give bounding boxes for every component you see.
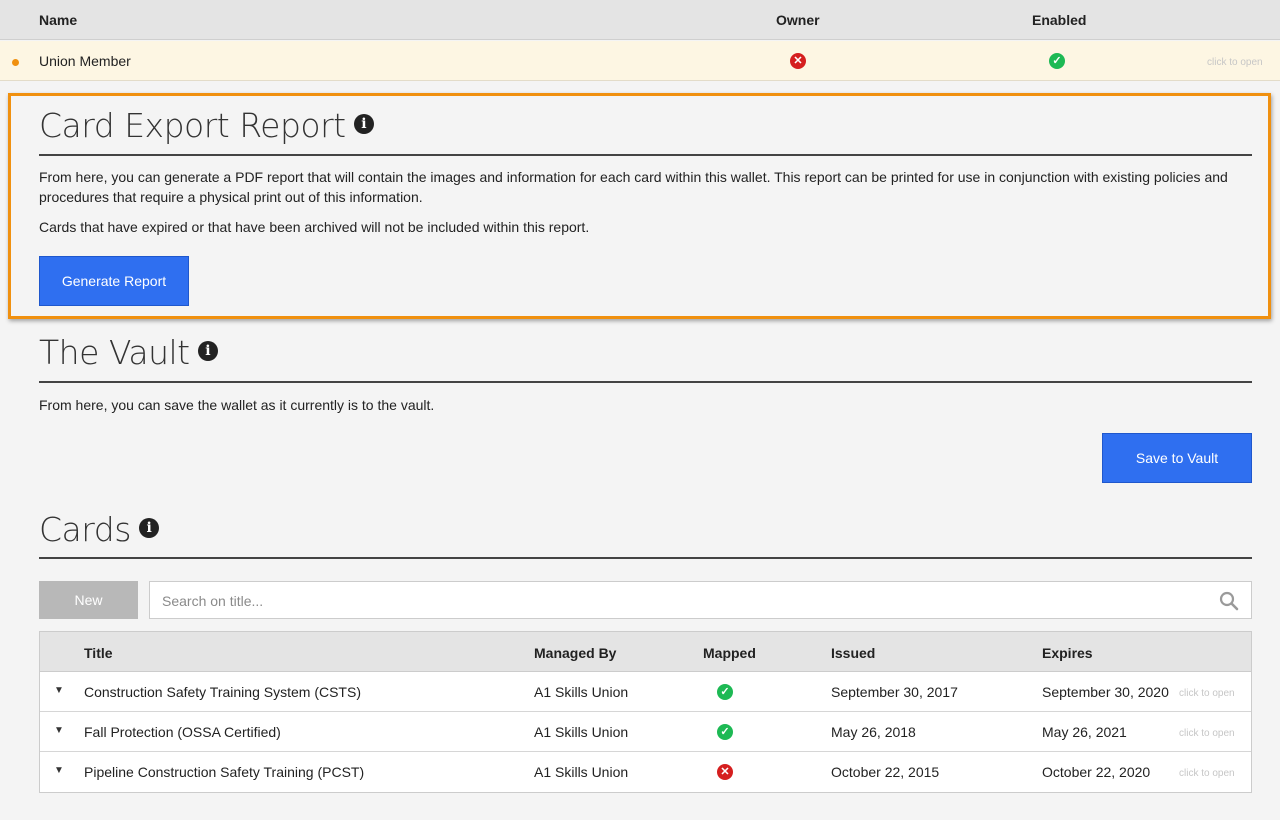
export-report-description: From here, you can generate a PDF report… (39, 169, 1228, 205)
search-icon[interactable] (1219, 591, 1239, 611)
vault-title-text: The Vault (39, 333, 190, 372)
x-circle-icon: ✕ (717, 764, 733, 780)
card-managed-by: A1 Skills Union (534, 764, 629, 780)
card-managed-by: A1 Skills Union (534, 724, 629, 740)
member-name: Union Member (39, 53, 131, 69)
expand-caret-icon[interactable]: ▼ (54, 765, 64, 776)
card-title: Pipeline Construction Safety Training (P… (84, 764, 365, 780)
table-row[interactable]: ▼ Pipeline Construction Safety Training … (40, 752, 1251, 792)
column-header-enabled: Enabled (1032, 12, 1087, 28)
card-expires: May 26, 2021 (1042, 724, 1127, 740)
column-header-owner: Owner (776, 12, 820, 28)
column-header-title[interactable]: Title (84, 645, 113, 661)
check-circle-icon: ✓ (717, 724, 733, 740)
check-circle-icon: ✓ (717, 684, 733, 700)
search-box (149, 581, 1252, 619)
click-to-open-link[interactable]: click to open (1179, 728, 1235, 739)
search-input[interactable] (162, 591, 1202, 611)
vault-description: From here, you can save the wallet as it… (39, 397, 435, 413)
section-divider (39, 154, 1252, 156)
section-divider (39, 557, 1252, 559)
generate-report-button[interactable]: Generate Report (39, 256, 189, 306)
member-row[interactable]: Union Member ✕ ✓ click to open (0, 41, 1280, 81)
card-title: Construction Safety Training System (CST… (84, 684, 361, 700)
save-to-vault-button[interactable]: Save to Vault (1102, 433, 1252, 483)
card-expires: October 22, 2020 (1042, 764, 1151, 780)
check-circle-icon: ✓ (1049, 53, 1065, 69)
column-header-managed-by[interactable]: Managed By (534, 645, 616, 661)
export-report-title-text: Card Export Report (39, 106, 346, 145)
expand-caret-icon[interactable]: ▼ (54, 685, 64, 696)
table-row[interactable]: ▼ Construction Safety Training System (C… (40, 672, 1251, 712)
table-row[interactable]: ▼ Fall Protection (OSSA Certified) A1 Sk… (40, 712, 1251, 752)
cards-table: Title Managed By Mapped Issued Expires ▼… (39, 631, 1252, 793)
cards-title: Cards i (39, 510, 159, 549)
selected-dot-icon (12, 59, 19, 66)
section-divider (39, 381, 1252, 383)
card-issued: September 30, 2017 (831, 684, 958, 700)
info-icon[interactable]: i (138, 517, 159, 538)
card-expires: September 30, 2020 (1042, 684, 1169, 700)
column-header-mapped[interactable]: Mapped (703, 645, 756, 661)
new-card-button[interactable]: New (39, 581, 138, 619)
click-to-open-link[interactable]: click to open (1207, 57, 1263, 68)
click-to-open-link[interactable]: click to open (1179, 688, 1235, 699)
export-report-title: Card Export Report i (39, 106, 374, 145)
column-header-name: Name (39, 12, 78, 28)
vault-title: The Vault i (39, 333, 218, 372)
card-issued: May 26, 2018 (831, 724, 916, 740)
members-table-header: Name Owner Enabled (0, 0, 1280, 40)
column-header-issued[interactable]: Issued (831, 645, 875, 661)
card-issued: October 22, 2015 (831, 764, 940, 780)
export-report-note: Cards that have expired or that have bee… (39, 219, 590, 235)
expand-caret-icon[interactable]: ▼ (54, 725, 64, 736)
card-managed-by: A1 Skills Union (534, 684, 629, 700)
card-title: Fall Protection (OSSA Certified) (84, 724, 281, 740)
cards-title-text: Cards (39, 510, 131, 549)
click-to-open-link[interactable]: click to open (1179, 768, 1235, 779)
cards-table-header: Title Managed By Mapped Issued Expires (40, 632, 1251, 672)
column-header-expires[interactable]: Expires (1042, 645, 1093, 661)
info-icon[interactable]: i (197, 340, 218, 361)
x-circle-icon: ✕ (790, 53, 806, 69)
info-icon[interactable]: i (353, 113, 374, 134)
